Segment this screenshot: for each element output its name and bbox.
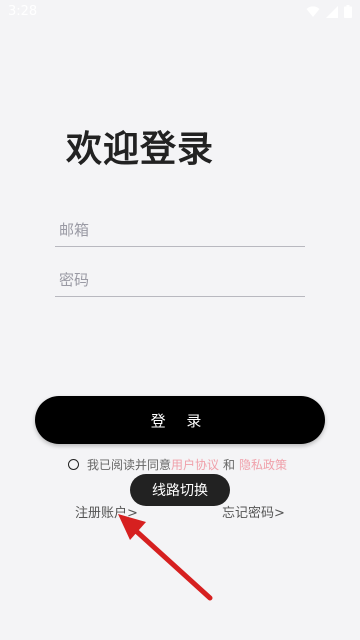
battery-icon — [344, 5, 352, 22]
status-bar: 3:28 — [0, 0, 360, 24]
agreement-row: 我已阅读并同意 用户协议 和 隐私政策 — [68, 455, 287, 473]
email-field[interactable] — [55, 213, 305, 247]
status-time: 3:28 — [8, 4, 38, 19]
page-title: 欢迎登录 — [66, 129, 215, 170]
agreement-prefix: 我已阅读并同意 — [87, 457, 172, 472]
agreement-radio[interactable] — [68, 458, 79, 470]
register-link[interactable]: 注册账户> — [75, 502, 138, 521]
email-field-container — [55, 213, 305, 249]
login-button[interactable]: 登 录 — [35, 396, 325, 444]
status-icons — [306, 5, 352, 22]
agreement-and: 和 — [223, 457, 236, 472]
forgot-password-link[interactable]: 忘记密码> — [222, 502, 285, 521]
toast-message: 线路切换 — [130, 474, 230, 506]
password-field[interactable] — [55, 263, 305, 297]
annotation-arrow — [118, 514, 213, 601]
signal-icon — [326, 5, 338, 22]
password-field-container — [55, 263, 305, 299]
wifi-icon — [306, 5, 320, 22]
privacy-policy-link[interactable]: 隐私政策 — [239, 456, 287, 473]
user-agreement-link[interactable]: 用户协议 — [171, 456, 219, 473]
